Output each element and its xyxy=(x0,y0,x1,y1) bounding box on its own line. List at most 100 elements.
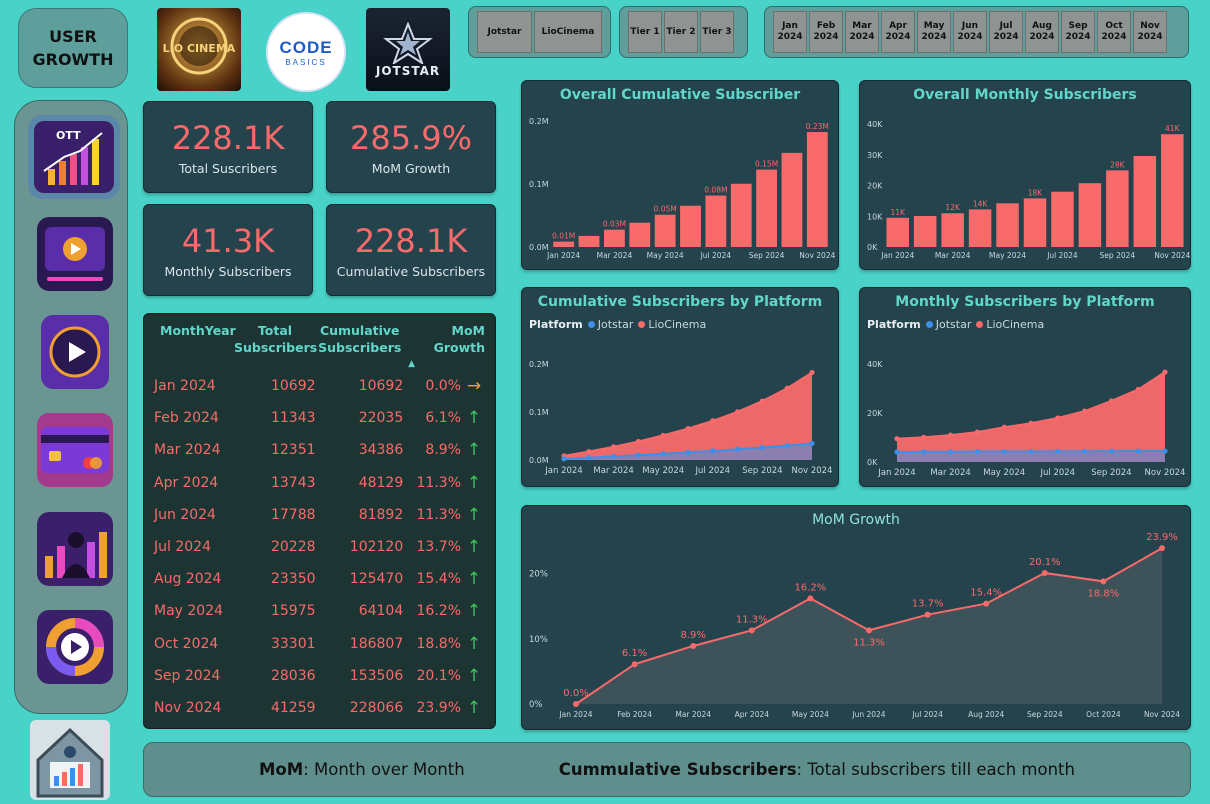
header-monthyear[interactable]: MonthYear xyxy=(154,322,236,370)
data-point[interactable] xyxy=(690,642,697,649)
data-point[interactable] xyxy=(710,418,716,424)
nav-item-payments[interactable] xyxy=(37,413,113,487)
data-point[interactable] xyxy=(1041,569,1048,576)
bar[interactable] xyxy=(1133,155,1157,247)
area-liocinema[interactable] xyxy=(897,372,1165,462)
platform-slicer[interactable]: Jotstar LioCinema xyxy=(468,6,611,58)
bar[interactable] xyxy=(941,213,964,247)
data-point[interactable] xyxy=(611,444,617,450)
bar[interactable] xyxy=(705,195,727,247)
slicer-option-month[interactable]: Oct 2024 xyxy=(1097,11,1131,53)
data-point[interactable] xyxy=(948,432,954,438)
bar[interactable] xyxy=(781,152,803,247)
data-point[interactable] xyxy=(735,446,741,452)
bar[interactable] xyxy=(968,209,992,247)
data-point[interactable] xyxy=(924,611,931,618)
data-point[interactable] xyxy=(809,440,815,447)
data-point[interactable] xyxy=(784,442,790,449)
bar[interactable] xyxy=(629,222,651,247)
table-row[interactable]: Aug 2024 23350 125470 15.4% ↑ xyxy=(154,563,485,595)
data-point[interactable] xyxy=(735,409,741,415)
data-point[interactable] xyxy=(660,451,666,457)
data-point[interactable] xyxy=(983,600,990,607)
slicer-option-month[interactable]: Feb 2024 xyxy=(809,11,843,53)
nav-item-users[interactable] xyxy=(37,512,113,586)
data-point[interactable] xyxy=(1028,448,1034,455)
table-row[interactable]: Apr 2024 13743 48129 11.3% ↑ xyxy=(154,467,485,499)
data-point[interactable] xyxy=(586,448,592,455)
data-point[interactable] xyxy=(660,432,666,438)
subscriber-table[interactable]: MonthYear Total Subscribers Cumulative S… xyxy=(143,313,496,729)
table-row[interactable]: Sep 2024 28036 153506 20.1% ↑ xyxy=(154,660,485,692)
bar[interactable] xyxy=(680,205,701,247)
table-row[interactable]: Nov 2024 41259 228066 23.9% ↑ xyxy=(154,692,485,724)
slicer-option-liocinema[interactable]: LioCinema xyxy=(534,11,602,53)
cumulative-platform-area-chart[interactable]: 0.0M 0.1M 0.2M Jan 2024 Mar 2024 May 2024 Jul … xyxy=(522,288,840,488)
slicer-option-tier-2[interactable]: Tier 2 xyxy=(664,11,698,53)
data-point[interactable] xyxy=(866,627,872,634)
bar[interactable] xyxy=(730,183,752,247)
bar[interactable] xyxy=(1161,134,1184,247)
nav-item-analytics[interactable] xyxy=(37,610,113,684)
slicer-option-month[interactable]: May 2024 xyxy=(917,11,951,53)
data-point[interactable] xyxy=(807,595,814,602)
bar[interactable] xyxy=(756,169,777,247)
month-slicer[interactable]: Jan 2024 Feb 2024 Mar 2024 Apr 2024 May 2024… xyxy=(764,6,1189,58)
data-point[interactable] xyxy=(1108,448,1114,454)
table-row[interactable]: Oct 2024 33301 186807 18.8% ↑ xyxy=(154,628,485,660)
table-row[interactable]: Jul 2024 20228 102120 13.7% ↑ xyxy=(154,531,485,563)
slicer-option-month[interactable]: Nov 2024 xyxy=(1133,11,1167,53)
slicer-option-month[interactable]: Jan 2024 xyxy=(773,11,807,53)
bar[interactable] xyxy=(1106,170,1129,247)
data-point[interactable] xyxy=(635,452,641,458)
data-point[interactable] xyxy=(974,448,980,455)
slicer-option-month[interactable]: Apr 2024 xyxy=(881,11,915,53)
data-point[interactable] xyxy=(561,456,567,462)
data-point[interactable] xyxy=(1162,369,1168,375)
slicer-option-month[interactable]: Jul 2024 xyxy=(989,11,1023,53)
data-point[interactable] xyxy=(759,398,765,404)
bar[interactable] xyxy=(1023,198,1047,247)
data-point[interactable] xyxy=(685,449,691,455)
nav-item-play[interactable] xyxy=(41,315,109,389)
nav-item-media-player[interactable] xyxy=(37,217,113,291)
slicer-option-month[interactable]: Jun 2024 xyxy=(953,11,987,53)
data-point[interactable] xyxy=(974,429,980,435)
slicer-option-month[interactable]: Sep 2024 xyxy=(1061,11,1095,53)
data-point[interactable] xyxy=(748,627,755,634)
header-mom-growth[interactable]: MoM Growth ▲ xyxy=(403,322,485,370)
data-point[interactable] xyxy=(921,449,927,455)
data-point[interactable] xyxy=(685,425,691,432)
bar[interactable] xyxy=(578,235,600,247)
data-point[interactable] xyxy=(1028,420,1034,426)
data-point[interactable] xyxy=(1108,398,1114,404)
data-point[interactable] xyxy=(921,434,927,440)
data-point[interactable] xyxy=(573,701,579,707)
monthly-bar-chart[interactable]: 0K 10K 20K 30K 40K 11K 12K 14K 18K 28K 41K Jan 2024… xyxy=(860,81,1192,271)
data-point[interactable] xyxy=(759,444,765,451)
bar[interactable] xyxy=(553,241,575,247)
data-point[interactable] xyxy=(809,369,815,376)
data-point[interactable] xyxy=(1055,415,1061,421)
data-point[interactable] xyxy=(1082,408,1088,414)
bar[interactable] xyxy=(1078,183,1102,247)
data-point[interactable] xyxy=(1100,578,1107,585)
data-point[interactable] xyxy=(710,448,716,454)
data-point[interactable] xyxy=(1001,424,1007,430)
bar[interactable] xyxy=(913,215,937,247)
nav-item-home[interactable] xyxy=(30,720,110,800)
data-point[interactable] xyxy=(1001,448,1007,455)
data-point[interactable] xyxy=(611,453,617,460)
bar[interactable] xyxy=(1051,191,1074,247)
header-total-subscribers[interactable]: Total Subscribers xyxy=(234,322,317,370)
header-cumulative-subscribers[interactable]: Cumulative Subscribers xyxy=(316,322,403,370)
bar[interactable] xyxy=(604,229,625,247)
slicer-option-month[interactable]: Mar 2024 xyxy=(845,11,879,53)
data-point[interactable] xyxy=(1162,448,1168,454)
cumulative-bar-chart[interactable]: 0.0M 0.1M 0.2M 0.01M 0.03M 0.05M 0.08M 0.15M 0.2… xyxy=(522,81,840,271)
table-row[interactable]: Jan 2024 10692 10692 0.0% → xyxy=(154,370,485,402)
data-point[interactable] xyxy=(784,385,790,391)
data-point[interactable] xyxy=(1082,448,1088,454)
table-row[interactable]: Mar 2024 12351 34386 8.9% ↑ xyxy=(154,434,485,466)
data-point[interactable] xyxy=(635,438,641,445)
